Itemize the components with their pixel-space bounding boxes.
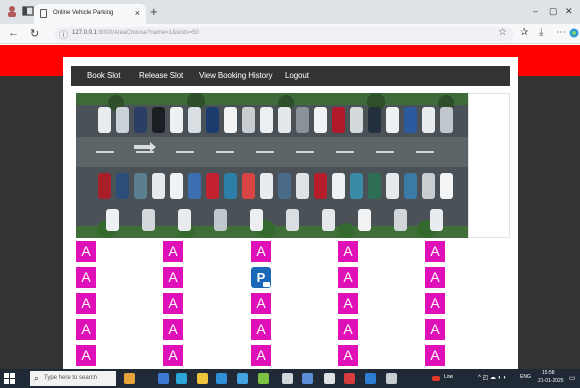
language-indicator[interactable]: ENG [520, 374, 531, 380]
parking-slot-available[interactable]: A [251, 345, 271, 366]
parking-slot-available[interactable]: A [338, 293, 358, 314]
parking-slot-available[interactable]: A [425, 241, 445, 262]
weather-icon[interactable] [432, 376, 440, 381]
parking-slot-available[interactable]: A [425, 267, 445, 288]
app-icon-2[interactable] [282, 373, 293, 384]
nav-book-slot[interactable]: Book Slot [87, 71, 120, 80]
downloads-icon[interactable]: ⤓ [539, 27, 543, 38]
widgets-icon[interactable] [124, 373, 135, 384]
parking-slot-available[interactable]: A [76, 293, 96, 314]
app-icon-3[interactable] [302, 373, 313, 384]
edge-icon[interactable] [176, 373, 187, 384]
notification-icon[interactable]: ▭ [569, 374, 576, 382]
taskbar: ⌕ Type here to search Low ^ ◰ ☁ ◖ ◗ ENG … [0, 369, 580, 388]
parking-slot-available[interactable]: A [425, 293, 445, 314]
parking-slot-available[interactable]: A [76, 267, 96, 288]
favorites-icon[interactable]: ✰ [520, 27, 528, 38]
site-info-icon[interactable]: ⓘ [59, 28, 68, 41]
parking-slot-available[interactable]: A [338, 319, 358, 340]
clock-time[interactable]: 15:58 [542, 370, 555, 376]
content-container: Book Slot Release Slot View Booking Hist… [63, 57, 518, 369]
parking-slot-available[interactable]: A [425, 319, 445, 340]
parking-lot-banner [76, 93, 469, 238]
parking-slot-available[interactable]: A [338, 345, 358, 366]
parking-slot-available[interactable]: A [338, 241, 358, 262]
nav-release-slot[interactable]: Release Slot [139, 71, 183, 80]
profile-icon[interactable] [6, 5, 18, 17]
parking-slot-available[interactable]: A [163, 345, 183, 366]
parking-slot-available[interactable]: A [76, 319, 96, 340]
store-icon[interactable] [216, 373, 227, 384]
app-icon-1[interactable] [158, 373, 169, 384]
parking-lot-image [76, 93, 468, 238]
file-explorer-icon[interactable] [197, 373, 208, 384]
parking-slot-available[interactable]: A [251, 293, 271, 314]
parking-slot-available[interactable]: A [76, 345, 96, 366]
url-field[interactable]: ⓘ 127.0.0.1:8000/AreaChoose?name=1&slots… [54, 27, 514, 41]
parked-car-icon [263, 282, 270, 287]
parking-slot-available[interactable]: A [76, 241, 96, 262]
nav-logout[interactable]: Logout [285, 71, 309, 80]
back-arrow-icon[interactable]: ← [8, 27, 19, 39]
url-host: 127.0.0.1 [72, 30, 98, 36]
mail-icon[interactable] [237, 373, 248, 384]
search-icon: ⌕ [34, 373, 40, 383]
browser-tab[interactable]: Online Vehicle Parking × [34, 4, 146, 24]
tab-title: Online Vehicle Parking [53, 10, 114, 16]
tab-close-icon[interactable]: × [135, 8, 140, 18]
minimize-button[interactable]: – [533, 6, 538, 16]
url-text: 127.0.0.1:8000/AreaChoose?name=1&slots=5… [72, 30, 199, 36]
parking-slot-available[interactable]: A [163, 319, 183, 340]
app-icon-7[interactable] [386, 373, 397, 384]
windows-start-icon[interactable] [4, 373, 15, 384]
weather-text[interactable]: Low [444, 374, 453, 380]
parking-slot-available[interactable]: A [338, 267, 358, 288]
favorite-star-icon[interactable]: ☆ [498, 27, 507, 38]
parking-slot-available[interactable]: A [251, 319, 271, 340]
refresh-icon[interactable]: ↻ [30, 27, 39, 40]
parking-slot-available[interactable]: A [425, 345, 445, 366]
document-icon [40, 9, 47, 18]
address-bar: ← ↻ ⓘ 127.0.0.1:8000/AreaChoose?name=1&s… [0, 24, 580, 44]
browser-titlebar: Online Vehicle Parking × + – ▢ ✕ [0, 0, 580, 24]
parking-slot-available[interactable]: A [163, 293, 183, 314]
banner-side-panel [468, 93, 510, 238]
app-icon-6[interactable] [365, 373, 376, 384]
new-tab-button[interactable]: + [150, 4, 158, 19]
maximize-button[interactable]: ▢ [549, 6, 558, 17]
clock-date[interactable]: 21-01-2025 [538, 378, 564, 384]
app-icon-5[interactable] [344, 373, 355, 384]
web-page: Book Slot Release Slot View Booking Hist… [0, 45, 580, 369]
close-window-button[interactable]: ✕ [565, 6, 573, 17]
tray-icons[interactable]: ^ ◰ ☁ ◖ ◗ [478, 374, 506, 381]
parking-slot-occupied[interactable]: P [251, 267, 271, 288]
tab-actions-icon[interactable] [22, 5, 34, 17]
taskbar-search[interactable]: ⌕ Type here to search [30, 371, 116, 386]
nav-view-booking-history[interactable]: View Booking History [199, 71, 273, 80]
more-menu-icon[interactable]: ⋯ [556, 27, 566, 38]
copilot-icon[interactable] [569, 28, 579, 38]
app-icon-4[interactable] [324, 373, 335, 384]
main-navbar: Book Slot Release Slot View Booking Hist… [71, 66, 510, 86]
parking-slot-available[interactable]: A [163, 267, 183, 288]
search-placeholder: Type here to search [44, 375, 98, 381]
parking-slot-available[interactable]: A [163, 241, 183, 262]
url-path: :8000/AreaChoose?name=1&slots=50 [97, 30, 199, 36]
parking-slot-available[interactable]: A [251, 241, 271, 262]
chrome-icon[interactable] [258, 373, 269, 384]
